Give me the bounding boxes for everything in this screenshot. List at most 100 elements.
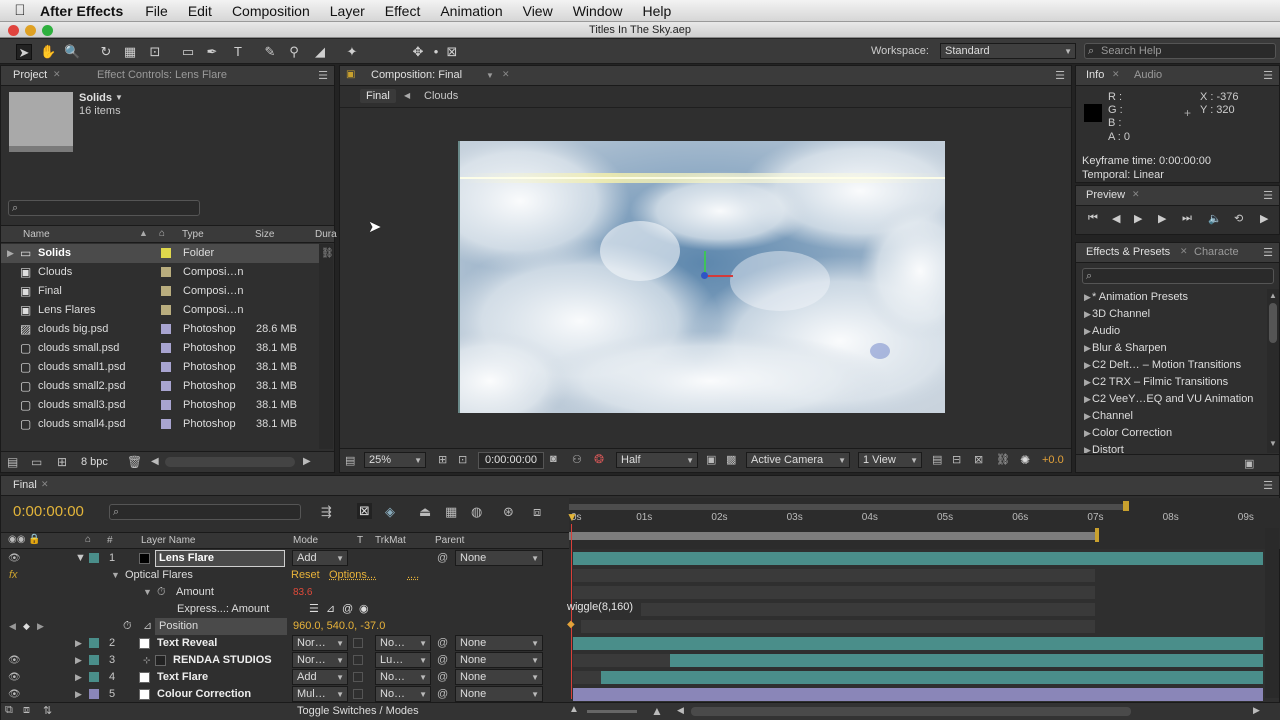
preserve-transparency-checkbox[interactable] [353,655,363,665]
blend-mode-dropdown[interactable]: Nor… [292,635,348,651]
tab-effect-controls[interactable]: Effect Controls: Lens Flare [97,69,227,81]
type-tool-icon[interactable]: T [230,44,246,60]
menu-view[interactable]: View [523,3,553,19]
effect-category[interactable]: ▶ Distort [1076,442,1266,453]
composition-viewer[interactable] [458,141,945,413]
flowchart-icon[interactable]: ⛓ [996,453,1010,466]
layer-duration-bar[interactable] [600,671,1263,684]
visibility-eye-icon[interactable]: 👁 [8,686,21,703]
menu-composition[interactable]: Composition [232,3,310,19]
preserve-transparency-checkbox[interactable] [353,672,363,682]
panel-menu-icon[interactable]: ☰ [1263,69,1273,82]
label-tag-icon[interactable]: ⌂ [159,228,165,239]
interpret-footage-icon[interactable]: ▤ [7,455,18,469]
motion-blur-icon[interactable]: ▦ [445,504,457,520]
parent-dropdown[interactable]: None [455,686,543,702]
layer-name[interactable]: Text Reveal [157,635,217,652]
bit-depth-button[interactable]: 8 bpc [81,456,108,468]
magnification-dropdown[interactable]: 25% [364,452,426,468]
last-frame-icon[interactable]: ⏭ [1182,212,1192,225]
snap-toggle-icon[interactable]: ⊠ [444,44,460,60]
project-item[interactable]: ▢ clouds small3.psd Photoshop 38.1 MB [1,396,319,415]
timeline-scrollbar[interactable] [1265,528,1279,698]
puppet-pin-tool-icon[interactable]: ✦ [344,44,360,60]
play-icon[interactable]: ▶ [1134,212,1142,225]
tab-timeline-final[interactable]: Final [13,479,37,491]
visibility-eye-icon[interactable]: 👁 [8,652,21,669]
hierarchy-icon[interactable]: ⛓ [321,248,334,259]
hand-tool-icon[interactable]: ✋ [40,44,56,60]
color-channels-icon[interactable]: ❂ [594,452,604,466]
property-row-position[interactable]: ◀ ◆ ▶ ⏱ ⊿ Position 960.0, 540.0, -37.0 [1,618,569,635]
grid-guides-icon[interactable]: ⊞ [438,453,447,466]
effect-category[interactable]: ▶ 3D Channel [1076,306,1266,323]
zoom-out-icon[interactable]: ▲ [569,704,579,715]
panel-menu-icon[interactable]: ☰ [1263,246,1273,259]
close-tab-icon[interactable]: ✕ [1180,246,1188,257]
project-item-label[interactable] [161,305,171,315]
loop-icon[interactable]: ⟲ [1234,212,1243,225]
parent-dropdown[interactable]: None [455,652,543,668]
zoom-tool-icon[interactable]: 🔍 [64,44,80,60]
expression-graph-icon[interactable]: ⊿ [326,601,335,618]
tab-composition-final[interactable]: Composition: Final [371,69,462,81]
property-row-amount[interactable]: ▼ ⏱ Amount 83.6 [1,584,569,601]
expand-triangle-icon[interactable]: ▶ [75,669,82,686]
scroll-right-icon[interactable]: ▶ [303,456,311,467]
visibility-eye-icon[interactable]: 👁 [8,550,21,567]
expand-in-out-icon[interactable]: ⇅ [43,704,52,717]
scroll-left-icon[interactable]: ◀ [151,456,159,467]
layer-duration-bar[interactable] [573,688,1263,701]
expression-pickwhip-icon[interactable]: @ [342,601,353,618]
project-item[interactable]: ▣ Lens Flares Composi…n [1,301,319,320]
zoom-slider[interactable] [587,710,637,713]
camera-tool-icon[interactable]: ▦ [122,44,138,60]
menu-file[interactable]: File [145,3,168,19]
project-item-label[interactable] [161,343,171,353]
minimize-window-button[interactable] [25,25,36,36]
column-name[interactable]: Name [23,229,50,240]
project-item[interactable]: ▨ clouds big.psd Photoshop 28.6 MB [1,320,319,339]
blend-mode-dropdown[interactable]: Add [292,550,348,566]
next-frame-icon[interactable]: ▶ [1158,212,1166,225]
project-item[interactable]: ▣ Final Composi…n [1,282,319,301]
blend-mode-dropdown[interactable]: Nor… [292,652,348,668]
effects-search-input[interactable]: ⌕ [1082,268,1274,284]
parent-dropdown[interactable]: None [455,550,543,566]
layer-duration-bar[interactable] [573,637,1263,650]
selected-item-dropdown-icon[interactable]: ▼ [115,93,123,102]
column-layer-name[interactable]: Layer Name [141,535,195,546]
track-matte-dropdown[interactable]: Lu… [375,652,431,668]
property-row-expression[interactable]: Express...: Amount ☰ ⊿ @ ◉ [1,601,569,618]
effect-category[interactable]: ▶ C2 VeeY…EQ and VU Animation [1076,391,1266,408]
project-item[interactable]: ▶ ▭ Solids Folder [1,244,319,263]
effect-category[interactable]: ▶ Color Correction [1076,425,1266,442]
project-item[interactable]: ▢ clouds small4.psd Photoshop 38.1 MB [1,415,319,434]
menu-window[interactable]: Window [573,3,623,19]
rotation-tool-icon[interactable]: ↻ [98,44,114,60]
fx-icon[interactable]: fx [9,567,18,584]
scroll-right-icon[interactable]: ▶ [1253,705,1260,716]
search-help-input[interactable]: ⌕ Search Help [1084,43,1276,59]
expand-triangle-icon[interactable]: ▶ [1084,391,1091,408]
lock-icon[interactable]: ▣ [346,69,355,80]
close-tab-icon[interactable]: ✕ [41,479,49,490]
position-value[interactable]: 960.0, 540.0, -37.0 [293,618,385,635]
previous-frame-icon[interactable]: ◀ [1112,212,1120,225]
layer-row[interactable]: ▶ 2 Text Reveal Nor… No… @ None [1,635,569,652]
next-keyframe-icon[interactable]: ▶ [37,618,44,635]
new-folder-icon[interactable]: ▭ [31,455,42,469]
project-item-label[interactable] [161,324,171,334]
visibility-eye-icon[interactable]: 👁 [8,669,21,686]
composition-dropdown-icon[interactable]: ▼ [486,71,494,80]
project-item-label[interactable] [161,419,171,429]
exposure-reset-icon[interactable]: ✺ [1020,453,1030,467]
expand-triangle-icon[interactable]: ▼ [75,550,86,567]
layer-row[interactable]: 👁 ▶ 5 Colour Correction Mul… No… @ None [1,686,569,703]
column-duration[interactable]: Dura [315,229,337,240]
ram-preview-icon[interactable]: ▶ [1260,212,1268,225]
layer-duration-bar[interactable] [669,654,1263,667]
layer-name[interactable]: RENDAA STUDIOS [173,652,272,669]
expand-triangle-icon[interactable]: ▶ [1084,306,1091,323]
project-item-label[interactable] [161,362,171,372]
